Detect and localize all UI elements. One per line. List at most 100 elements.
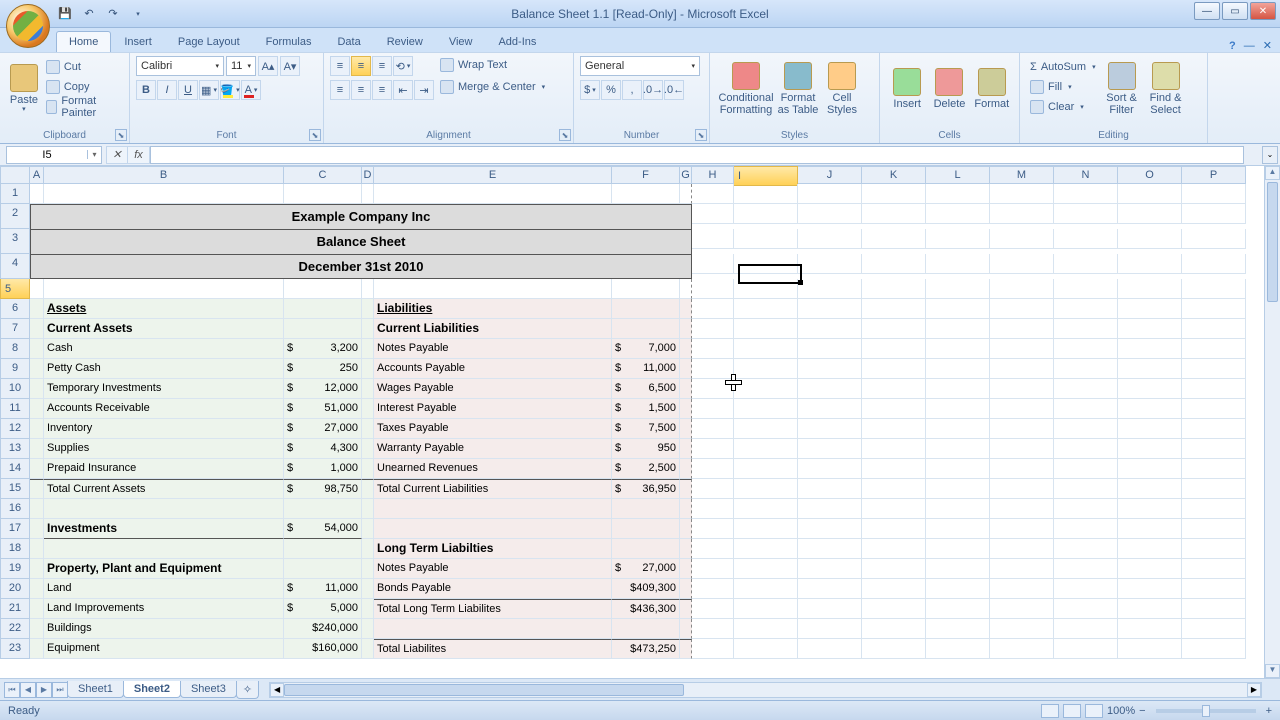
row-header[interactable]: 1 <box>0 184 30 204</box>
col-header[interactable]: E <box>374 166 612 184</box>
row-header[interactable]: 17 <box>0 519 30 539</box>
row-header[interactable]: 19 <box>0 559 30 579</box>
scroll-up-icon[interactable]: ▲ <box>1265 166 1280 180</box>
wrap-text-button[interactable]: Wrap Text <box>440 56 545 74</box>
bold-button[interactable]: B <box>136 80 156 100</box>
col-header[interactable]: I <box>734 166 798 186</box>
help-icon[interactable]: ? <box>1229 40 1236 52</box>
horizontal-scrollbar[interactable]: ◀ ▶ <box>269 682 1262 698</box>
format-as-table-button[interactable]: Format as Table <box>776 56 820 122</box>
row-header[interactable]: 23 <box>0 639 30 659</box>
format-cells-button[interactable]: Format <box>971 56 1013 122</box>
autosum-button[interactable]: ΣAutoSum <box>1030 58 1096 76</box>
border-button[interactable]: ▦ <box>199 80 219 100</box>
tab-home[interactable]: Home <box>56 31 111 52</box>
zoom-level[interactable]: 100% <box>1107 705 1135 717</box>
minimize-button[interactable]: ― <box>1194 2 1220 20</box>
conditional-formatting-button[interactable]: Conditional Formatting <box>716 56 776 122</box>
tab-formulas[interactable]: Formulas <box>253 31 325 52</box>
row-header[interactable]: 14 <box>0 459 30 479</box>
font-name-select[interactable]: Calibri▾ <box>136 56 224 76</box>
row-header[interactable]: 10 <box>0 379 30 399</box>
align-middle-button[interactable]: ≡ <box>351 56 371 76</box>
close-button[interactable]: ✕ <box>1250 2 1276 20</box>
italic-button[interactable]: I <box>157 80 177 100</box>
tab-addins[interactable]: Add-Ins <box>485 31 549 52</box>
tab-review[interactable]: Review <box>374 31 436 52</box>
decrease-decimal-button[interactable]: .0← <box>664 80 684 100</box>
font-size-select[interactable]: 11▾ <box>226 56 256 76</box>
format-painter-button[interactable]: Format Painter <box>46 98 119 116</box>
align-center-button[interactable]: ≡ <box>351 80 371 100</box>
zoom-out-icon[interactable]: − <box>1139 705 1145 717</box>
tab-data[interactable]: Data <box>324 31 373 52</box>
accounting-format-button[interactable]: $ <box>580 80 600 100</box>
col-header[interactable]: A <box>30 166 44 184</box>
row-header[interactable]: 3 <box>0 229 30 254</box>
redo-icon[interactable]: ↷ <box>104 5 122 23</box>
font-color-button[interactable]: A <box>241 80 261 100</box>
col-header[interactable]: M <box>990 166 1054 184</box>
new-sheet-icon[interactable]: ✧ <box>236 681 259 699</box>
row-header[interactable]: 16 <box>0 499 30 519</box>
row-header[interactable]: 18 <box>0 539 30 559</box>
col-header[interactable]: B <box>44 166 284 184</box>
align-right-button[interactable]: ≡ <box>372 80 392 100</box>
hscroll-thumb[interactable] <box>284 684 684 696</box>
increase-decimal-button[interactable]: .0→ <box>643 80 663 100</box>
col-header[interactable]: H <box>692 166 734 184</box>
undo-icon[interactable]: ↶ <box>80 5 98 23</box>
row-header[interactable]: 5 <box>0 279 30 299</box>
clear-button[interactable]: Clear <box>1030 98 1096 116</box>
col-header[interactable]: N <box>1054 166 1118 184</box>
page-layout-view-icon[interactable] <box>1063 704 1081 718</box>
sheet-tab[interactable]: Sheet3 <box>180 681 237 698</box>
row-header[interactable]: 6 <box>0 299 30 319</box>
align-bottom-button[interactable]: ≡ <box>372 56 392 76</box>
scroll-down-icon[interactable]: ▼ <box>1265 664 1280 678</box>
row-header[interactable]: 9 <box>0 359 30 379</box>
tab-nav-first-icon[interactable]: ⏮ <box>4 682 20 698</box>
comma-button[interactable]: , <box>622 80 642 100</box>
row-header[interactable]: 20 <box>0 579 30 599</box>
number-format-select[interactable]: General▾ <box>580 56 700 76</box>
grow-font-button[interactable]: A▴ <box>258 56 278 76</box>
fx-button[interactable]: fx <box>128 146 150 164</box>
fill-color-button[interactable]: 🪣 <box>220 80 240 100</box>
zoom-in-icon[interactable]: + <box>1266 705 1272 717</box>
name-box[interactable]: I5▾ <box>6 146 102 164</box>
col-header[interactable]: C <box>284 166 362 184</box>
row-header[interactable]: 21 <box>0 599 30 619</box>
normal-view-icon[interactable] <box>1041 704 1059 718</box>
spreadsheet-grid[interactable]: A B C D E F G H I J K L M N O P 12Exampl… <box>0 166 1280 678</box>
scroll-left-icon[interactable]: ◀ <box>270 683 284 697</box>
row-header[interactable]: 7 <box>0 319 30 339</box>
cut-button[interactable]: Cut <box>46 58 119 76</box>
find-select-button[interactable]: Find & Select <box>1144 56 1188 122</box>
formula-input[interactable] <box>150 146 1244 164</box>
shrink-font-button[interactable]: A▾ <box>280 56 300 76</box>
row-header[interactable]: 2 <box>0 204 30 229</box>
delete-cells-button[interactable]: Delete <box>928 56 970 122</box>
qat-customize-icon[interactable] <box>128 5 146 23</box>
vertical-scrollbar[interactable]: ▲ ▼ <box>1264 166 1280 678</box>
row-header[interactable]: 4 <box>0 254 30 279</box>
office-button[interactable] <box>6 4 50 48</box>
sheet-tab[interactable]: Sheet1 <box>67 681 124 698</box>
orientation-button[interactable]: ⟲ <box>393 56 413 76</box>
tab-nav-prev-icon[interactable]: ◀ <box>20 682 36 698</box>
expand-formula-bar-icon[interactable]: ⌄ <box>1262 146 1278 164</box>
underline-button[interactable]: U <box>178 80 198 100</box>
save-icon[interactable]: 💾 <box>56 5 74 23</box>
font-launcher[interactable]: ⬊ <box>309 129 321 141</box>
row-header[interactable]: 13 <box>0 439 30 459</box>
row-header[interactable]: 15 <box>0 479 30 499</box>
number-launcher[interactable]: ⬊ <box>695 129 707 141</box>
increase-indent-button[interactable]: ⇥ <box>414 80 434 100</box>
col-header[interactable]: F <box>612 166 680 184</box>
page-break-view-icon[interactable] <box>1085 704 1103 718</box>
sort-filter-button[interactable]: Sort & Filter <box>1100 56 1144 122</box>
tab-nav-last-icon[interactable]: ⏭ <box>52 682 68 698</box>
col-header[interactable]: K <box>862 166 926 184</box>
col-header[interactable]: P <box>1182 166 1246 184</box>
